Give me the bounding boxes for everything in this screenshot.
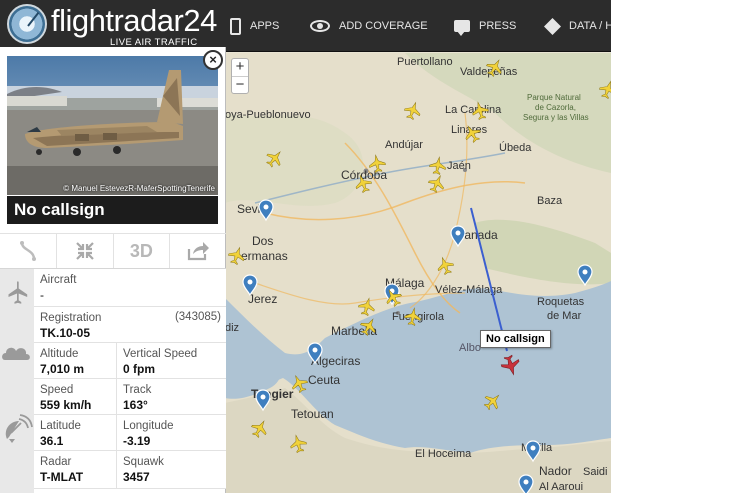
route-button[interactable] <box>0 234 57 268</box>
photo-credit: © Manuel EstevezR-MaferSpottingTenerife <box>63 184 215 193</box>
track-field: Track 163° <box>116 379 226 415</box>
nav-apps[interactable]: APPS <box>230 0 279 52</box>
aircraft-photo-image <box>7 56 218 195</box>
top-navigation-bar: flightradar24 LIVE AIR TRAFFIC APPS ADD … <box>0 0 611 52</box>
compress-icon <box>75 242 94 260</box>
longitude-value: -3.19 <box>123 434 151 448</box>
altitude-value: 7,010 m <box>40 362 85 376</box>
nav-press-label: PRESS <box>479 20 517 32</box>
place-label: Roquetas <box>537 296 585 308</box>
selected-flight-callout[interactable]: No callsign <box>480 330 551 348</box>
radar-logo-icon <box>7 4 47 44</box>
3d-icon: 3D <box>129 240 153 261</box>
chat-icon <box>454 20 470 36</box>
registration-field: Registration TK.10-05 (343085) <box>34 307 226 343</box>
place-label: de Mar <box>547 310 582 322</box>
aircraft-label: Aircraft <box>40 274 77 286</box>
follow-button[interactable] <box>57 234 114 268</box>
place-label: Saidi <box>583 466 607 478</box>
speed-label: Speed <box>40 384 74 396</box>
latitude-field: Latitude 36.1 <box>34 415 116 451</box>
3d-view-button[interactable]: 3D <box>114 234 171 268</box>
detail-section-icons <box>0 269 34 493</box>
radar-label: Radar <box>40 456 72 468</box>
place-label: Al Aaroui <box>539 481 583 493</box>
altitude-field: Altitude 7,010 m <box>34 343 116 379</box>
latitude-label: Latitude <box>40 420 81 432</box>
place-label: de Cazorla, <box>535 103 576 112</box>
place-label: Sevi <box>237 202 260 216</box>
place-label: El Hoceima <box>415 448 472 460</box>
logo-text: flightradar <box>51 3 184 38</box>
track-value: 163° <box>123 398 148 412</box>
place-label: Jerez <box>248 292 277 306</box>
radar-field: Radar T-MLAT <box>34 451 116 489</box>
place-label: Ceuta <box>308 373 340 387</box>
share-icon <box>188 242 210 261</box>
panel-action-bar: 3D <box>0 233 226 269</box>
zoom-in-button[interactable]: + <box>232 59 248 76</box>
place-label: diz <box>225 322 239 334</box>
share-button[interactable] <box>170 234 226 268</box>
place-label: Albo <box>459 342 481 354</box>
zoom-out-button[interactable]: − <box>232 76 248 93</box>
aircraft-photo[interactable]: © Manuel EstevezR-MaferSpottingTenerife <box>7 56 218 195</box>
place-label: Parque Natural <box>527 93 581 102</box>
vertical-speed-field: Vertical Speed 0 fpm <box>116 343 226 379</box>
map-canvas[interactable]: Puertollano Valdepeñas La Carolina Parqu… <box>225 53 611 493</box>
place-label: Tetouan <box>291 407 334 421</box>
place-label: Jaén <box>447 160 471 172</box>
longitude-label: Longitude <box>123 420 174 432</box>
registration-hex: (343085) <box>174 311 221 323</box>
squawk-field: Squawk 3457 <box>116 451 226 489</box>
place-label: Andújar <box>385 139 423 151</box>
place-label: Segura y las Villas <box>523 113 589 122</box>
zoom-controls: + − <box>231 58 249 94</box>
flight-info-panel: © Manuel EstevezR-MaferSpottingTenerife … <box>0 47 226 493</box>
squawk-label: Squawk <box>123 456 164 468</box>
vertical-speed-value: 0 fpm <box>123 362 156 376</box>
nav-add-coverage-label: ADD COVERAGE <box>339 20 428 32</box>
logo-number: 24 <box>183 3 217 38</box>
nav-apps-label: APPS <box>250 20 280 32</box>
longitude-field: Longitude -3.19 <box>116 415 226 451</box>
aircraft-field: Aircraft - <box>34 269 226 307</box>
speed-value: 559 km/h <box>40 398 92 412</box>
aircraft-value: - <box>40 288 44 302</box>
flightradar24-logo[interactable]: flightradar24 LIVE AIR TRAFFIC <box>7 3 217 48</box>
speed-field: Speed 559 km/h <box>34 379 116 415</box>
nav-press[interactable]: PRESS <box>454 0 516 52</box>
place-label: oya-Pueblonuevo <box>225 109 311 121</box>
place-label: Nador <box>539 464 572 478</box>
radar-value: T-MLAT <box>40 470 84 484</box>
nav-add-coverage[interactable]: ADD COVERAGE <box>310 0 428 52</box>
close-panel-button[interactable]: × <box>203 50 223 70</box>
vertical-speed-label: Vertical Speed <box>123 348 198 360</box>
route-icon <box>19 241 36 261</box>
nav-data[interactable]: DATA / H <box>544 0 611 52</box>
place-label: Úbeda <box>499 141 532 154</box>
squawk-value: 3457 <box>123 470 150 484</box>
airplane-icon <box>8 281 28 304</box>
phone-icon <box>230 17 241 35</box>
map-view[interactable]: Puertollano Valdepeñas La Carolina Parqu… <box>225 53 611 493</box>
flight-callsign: No callsign <box>7 196 218 224</box>
place-label: Dos <box>252 234 273 248</box>
radar-dish-icon <box>5 414 33 443</box>
altitude-label: Altitude <box>40 348 79 360</box>
eye-icon <box>310 20 330 32</box>
registration-value: TK.10-05 <box>40 326 91 340</box>
flightradar-app: Puertollano Valdepeñas La Carolina Parqu… <box>0 0 611 493</box>
cloud-icon <box>2 347 30 360</box>
latitude-value: 36.1 <box>40 434 64 448</box>
nav-data-label: DATA / H <box>569 20 611 32</box>
place-label: Puertollano <box>397 56 453 68</box>
box-icon <box>544 17 561 35</box>
place-label: Baza <box>537 195 563 207</box>
place-label: ermanas <box>241 249 288 263</box>
track-label: Track <box>123 384 152 396</box>
